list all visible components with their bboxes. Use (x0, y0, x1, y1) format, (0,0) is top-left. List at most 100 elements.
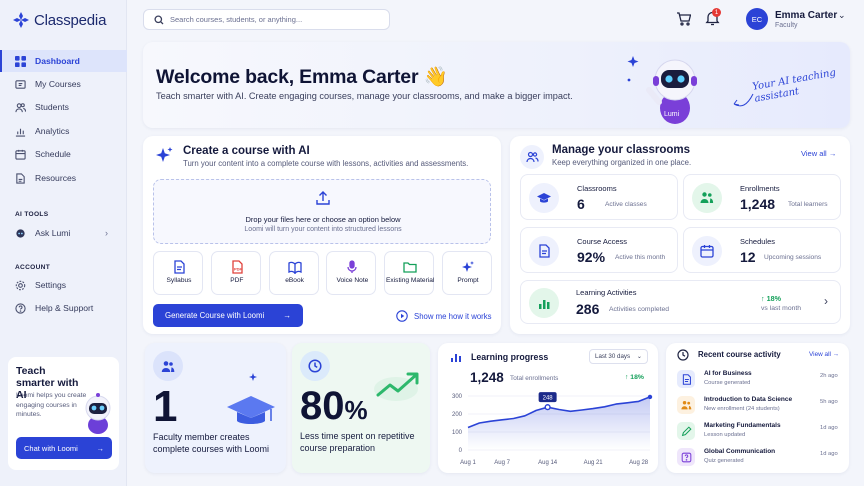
trend-up-icon (374, 372, 419, 401)
sidebar-item-students[interactable]: Students (0, 96, 127, 118)
logo-icon (13, 12, 29, 28)
arrow-up-icon: ↑ (761, 294, 765, 303)
calendar-icon (15, 149, 26, 160)
chat-button-label: Chat with Loomi (24, 443, 78, 453)
activity-item[interactable]: Introduction to Data Science New enrollm… (666, 393, 849, 417)
recent-activity-card: Recent course activity View all → AI for… (666, 343, 849, 473)
activity-item[interactable]: Global Communication Quiz generated 1d a… (666, 445, 849, 469)
notifications-button[interactable]: 1 (705, 8, 721, 26)
x-tick-label: Aug 28 (629, 460, 649, 466)
clock-icon (677, 349, 689, 361)
welcome-title: Welcome back, Emma Carter 👋 (156, 65, 448, 89)
stat-label: Schedules (740, 237, 776, 246)
dropzone-title: Drop your files here or choose an option… (245, 215, 401, 224)
stat-value: 1,248 (740, 196, 776, 212)
activity-item-time: 1d ago (820, 425, 838, 431)
x-tick-label: Aug 7 (494, 460, 510, 466)
app-logo[interactable]: Classpedia (12, 11, 106, 29)
activity-icon-wrap (677, 422, 695, 440)
option-ebook[interactable]: eBook (268, 251, 319, 295)
option-syllabus[interactable]: Syllabus (153, 251, 203, 295)
learning-progress-card: Learning progress Last 30 days ⌄ 1,248 T… (438, 343, 658, 473)
option-pdf[interactable]: PDF PDF (210, 251, 261, 295)
activity-item-title: AI for Business (704, 370, 752, 377)
robot-icon (16, 228, 25, 238)
activity-item[interactable]: Marketing Fundamentals Lesson updated 1d… (666, 419, 849, 443)
highlight-label: 248 (543, 395, 554, 401)
activity-view-all-link[interactable]: View all → (809, 351, 839, 358)
activity-item-sub: Lesson updated (704, 432, 746, 438)
ai-sparkle-icon (156, 147, 173, 162)
option-label: eBook (285, 277, 304, 284)
classrooms-title: Manage your classrooms (552, 144, 691, 156)
activity-item-title: Marketing Fundamentals (704, 422, 781, 429)
document-icon (16, 172, 25, 184)
chevron-right-icon[interactable]: › (824, 294, 828, 308)
search-bar[interactable]: Search courses, students, or anything... (143, 9, 390, 30)
activities-label: Learning Activities (576, 288, 637, 297)
option-label: Prompt (457, 277, 479, 284)
sidebar-item-schedule[interactable]: Schedule (0, 143, 127, 165)
clock-icon-wrap (300, 351, 330, 381)
stat-classrooms[interactable]: Classrooms 6 Active classes (520, 174, 678, 220)
dropzone-subtitle: Loomi will turn your content into struct… (244, 226, 402, 233)
sidebar-item-ask-lumi[interactable]: Ask Lumi › (0, 222, 127, 244)
option-prompt[interactable]: Prompt (442, 251, 492, 295)
show-how-link[interactable]: Show me how it works (396, 310, 492, 322)
users-icon (680, 400, 691, 409)
chat-with-loomi-button[interactable]: Chat with Loomi → (16, 437, 112, 459)
time-text: Less time spent on repetitive course pre… (300, 431, 415, 453)
stat-course-access[interactable]: Course Access 92% Active this month (520, 227, 678, 273)
curved-arrow-icon (733, 93, 754, 107)
user-name[interactable]: Emma Carter (775, 10, 837, 21)
activity-item-title: Global Communication (704, 448, 776, 455)
sidebar-item-settings[interactable]: Settings (0, 274, 127, 296)
activity-item-time: 1d ago (820, 451, 838, 457)
pencil-icon (681, 425, 692, 436)
cart-icon[interactable] (676, 12, 691, 26)
file-dropzone[interactable]: Drop your files here or choose an option… (153, 179, 491, 244)
faculty-value: 1 (153, 382, 178, 431)
time-value-number: 80 (300, 384, 345, 428)
activity-icon-wrap (677, 370, 695, 388)
faculty-icon-wrap (153, 351, 183, 381)
stat-icon-wrap (692, 236, 722, 266)
calendar-icon (700, 245, 714, 258)
option-voice-note[interactable]: Voice Note (326, 251, 377, 295)
generate-course-button[interactable]: Generate Course with Loomi → (153, 304, 303, 327)
sidebar-item-dashboard[interactable]: Dashboard (0, 50, 127, 72)
bar-chart-icon (538, 299, 549, 309)
sidebar-item-resources[interactable]: Resources (0, 167, 127, 189)
sidebar-item-analytics[interactable]: Analytics (0, 120, 127, 142)
classrooms-view-all-link[interactable]: View all → (801, 149, 836, 158)
option-label: Existing Material (386, 277, 435, 284)
activities-value: 286 (576, 301, 600, 317)
search-input[interactable]: Search courses, students, or anything... (170, 15, 302, 24)
x-tick-label: Aug 14 (538, 460, 558, 466)
search-icon (154, 14, 164, 24)
y-tick-label: 200 (452, 412, 463, 418)
chevron-down-icon[interactable]: ⌄ (838, 10, 846, 21)
robot-mascot-icon (85, 393, 111, 434)
graduation-cap-icon (227, 373, 275, 424)
promo-card: Teach smarter with AI Loomi helps you cr… (8, 357, 119, 470)
grid-icon (15, 55, 26, 67)
sidebar-item-label: Resources (35, 173, 77, 183)
users-icon (700, 192, 714, 203)
sidebar-item-label: Settings (35, 280, 67, 290)
activity-icon-wrap (677, 448, 695, 466)
activity-item[interactable]: AI for Business Course generated 2h ago (666, 367, 849, 391)
learning-activities-stat[interactable]: Learning Activities 286 Activities compl… (520, 280, 841, 324)
stat-schedules[interactable]: Schedules 12 Upcoming sessions (683, 227, 841, 273)
sidebar-item-help[interactable]: Help & Support (0, 297, 127, 319)
sidebar-item-my-courses[interactable]: My Courses (0, 73, 127, 95)
avatar[interactable]: EC (746, 8, 768, 30)
stat-value: 92% (577, 249, 606, 265)
view-all-label: View all (801, 149, 827, 158)
stat-enrollments[interactable]: Enrollments 1,248 Total learners (683, 174, 841, 220)
microphone-icon (347, 260, 358, 273)
ebook-icon (287, 261, 302, 274)
quiz-icon (681, 452, 691, 462)
bar-chart-icon (15, 128, 26, 137)
option-existing-material[interactable]: Existing Material (384, 251, 434, 295)
